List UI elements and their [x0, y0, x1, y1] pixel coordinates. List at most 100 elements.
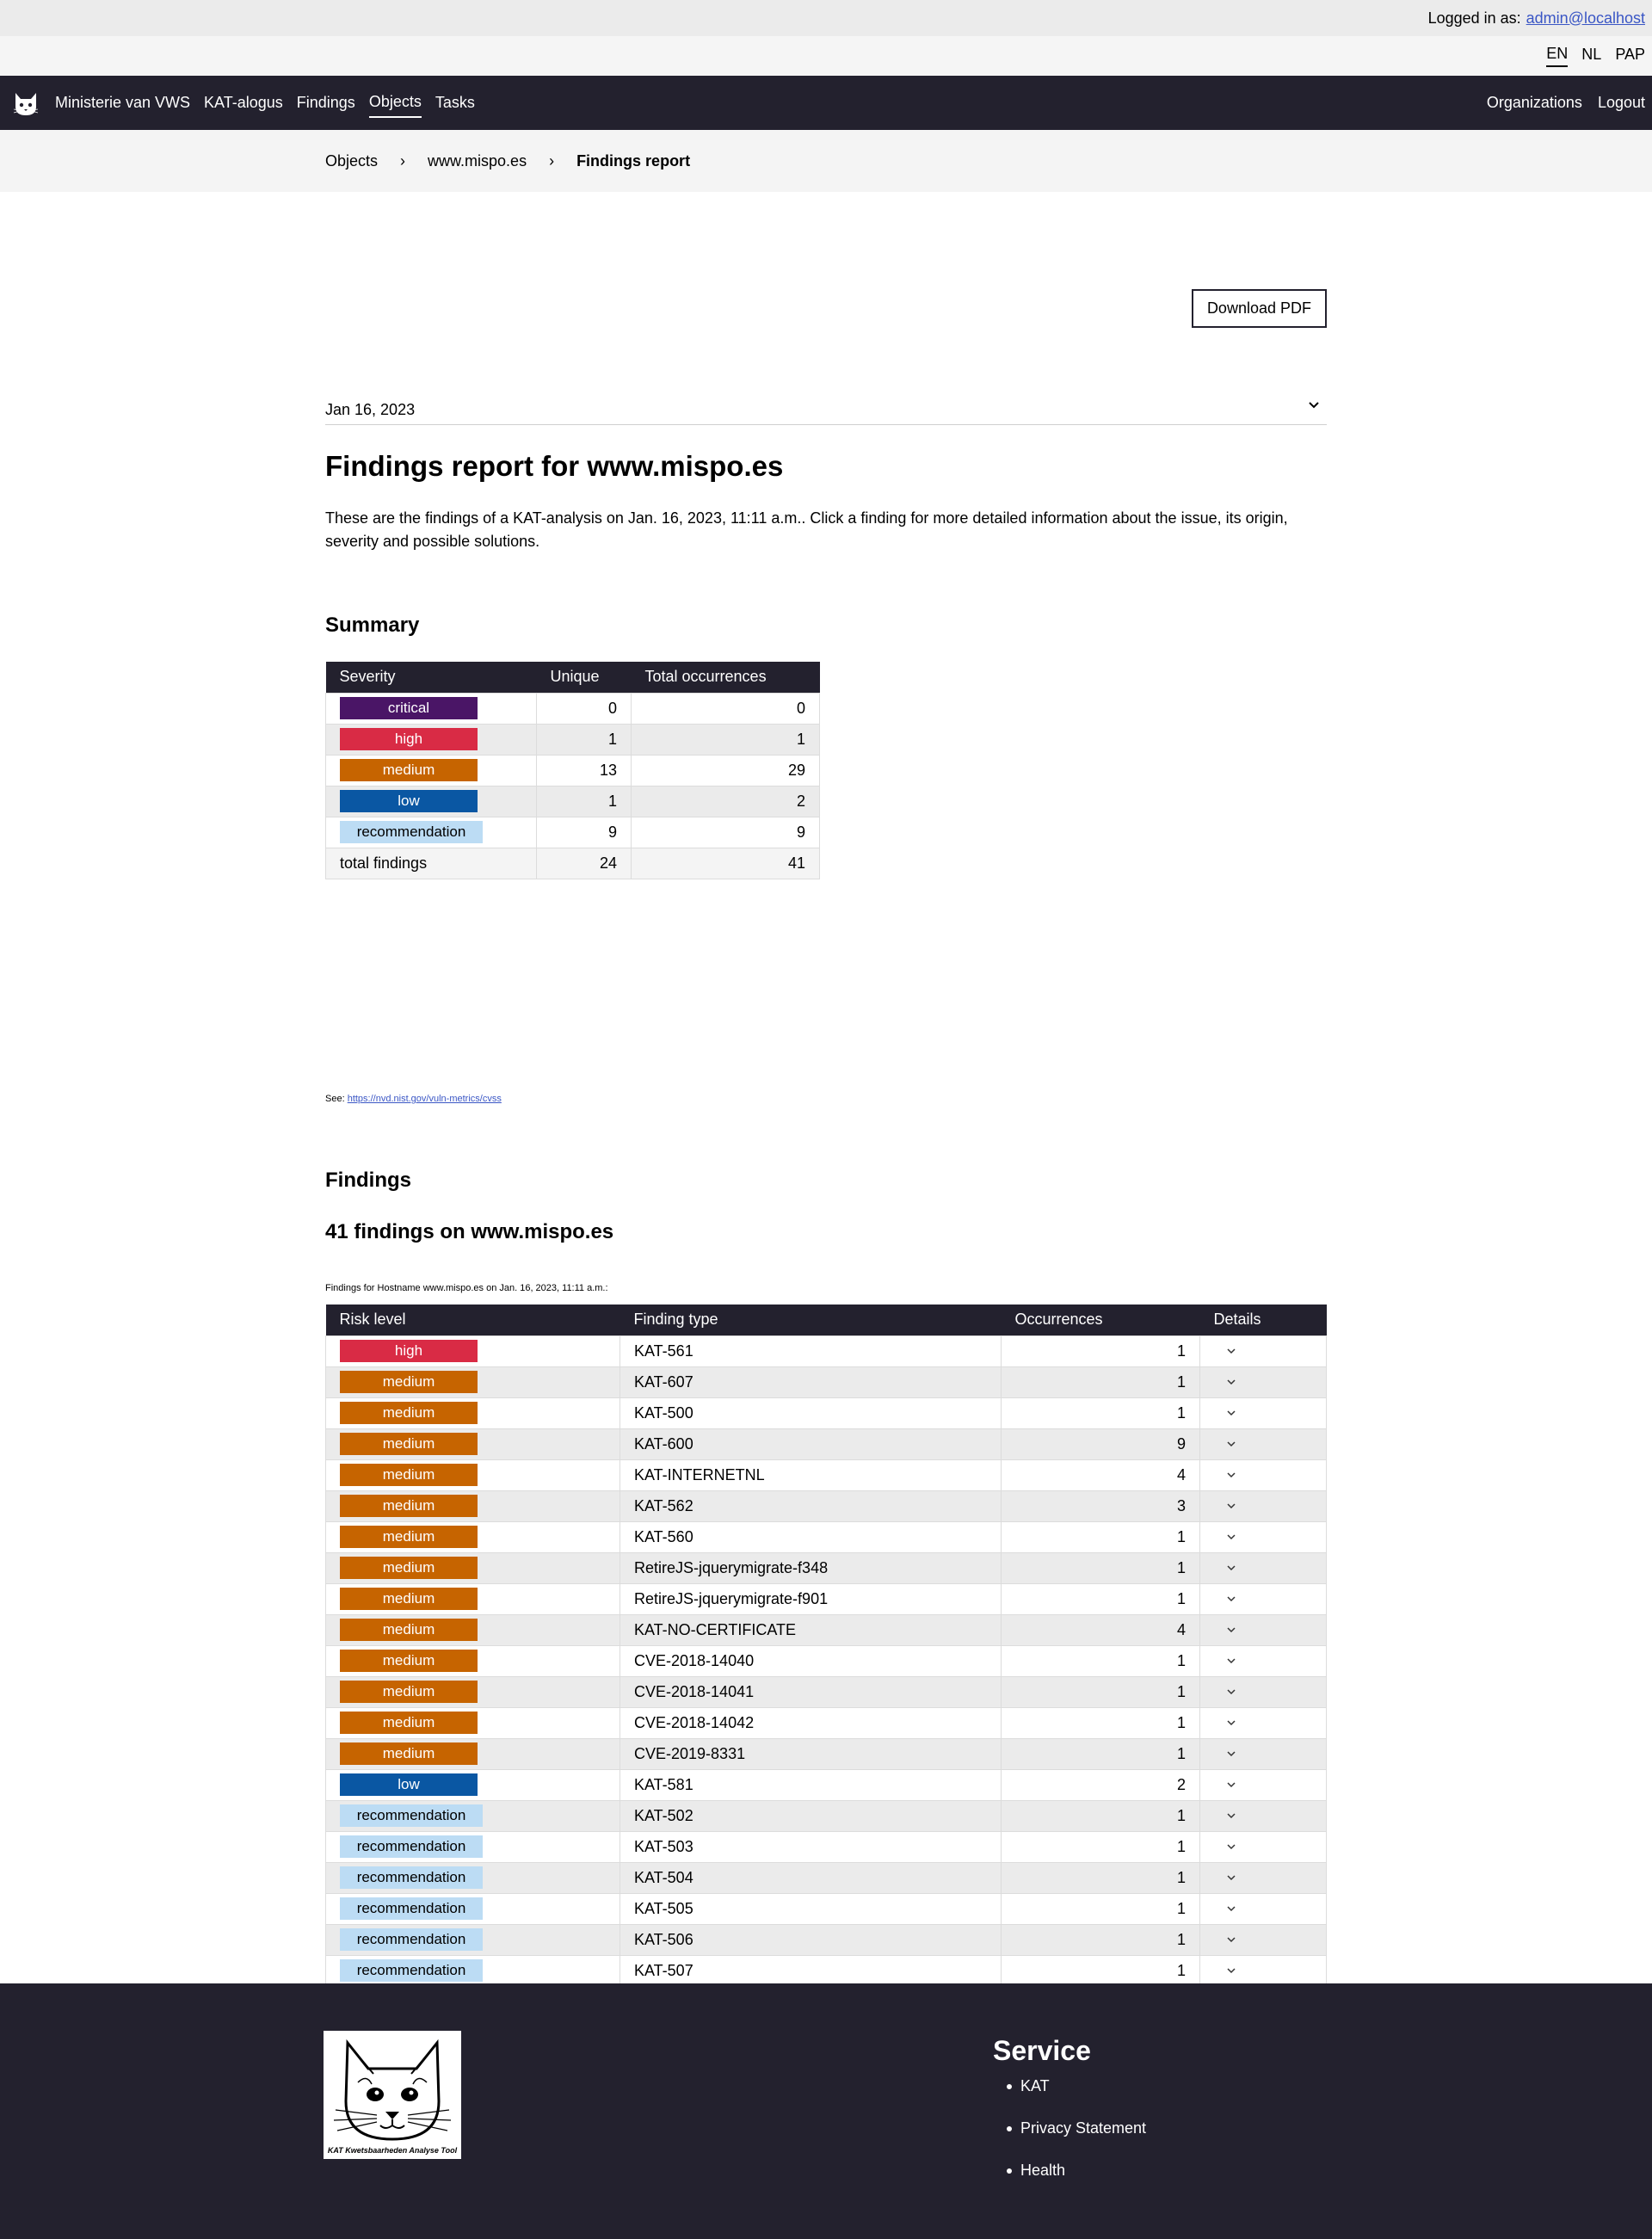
breadcrumb-objects[interactable]: Objects	[325, 152, 378, 170]
details-toggle[interactable]	[1199, 1335, 1327, 1367]
unique-count: 13	[536, 754, 632, 786]
occurrences: 1	[1001, 1335, 1200, 1367]
table-row[interactable]: medium KAT-500 1	[325, 1397, 1327, 1429]
table-row: medium 13 29	[325, 754, 820, 786]
table-row[interactable]: medium KAT-562 3	[325, 1490, 1327, 1522]
chevron-down-icon	[1226, 1559, 1236, 1576]
findings-caption: Findings for Hostname www.mispo.es on Ja…	[325, 1283, 608, 1293]
download-pdf-button[interactable]: Download PDF	[1191, 289, 1327, 328]
severity-badge: low	[340, 790, 478, 812]
table-row[interactable]: medium CVE-2019-8331 1	[325, 1737, 1327, 1770]
summary-col-severity: Severity	[325, 662, 537, 693]
details-toggle[interactable]	[1199, 1459, 1327, 1491]
details-toggle[interactable]	[1199, 1799, 1327, 1832]
breadcrumb-host[interactable]: www.mispo.es	[428, 152, 527, 170]
risk-badge: medium	[340, 1371, 478, 1393]
summary-col-total: Total occurrences	[631, 662, 820, 693]
risk-badge: recommendation	[340, 1835, 483, 1858]
nav-organizations[interactable]: Organizations	[1487, 89, 1582, 117]
finding-type: KAT-502	[620, 1799, 1002, 1832]
details-toggle[interactable]	[1199, 1706, 1327, 1739]
unique-count: 24	[536, 847, 632, 879]
table-row[interactable]: recommendation KAT-507 1	[325, 1954, 1327, 1987]
table-row[interactable]: medium KAT-607 1	[325, 1366, 1327, 1398]
svg-text:KAT Kwetsbaarheden Analyse Too: KAT Kwetsbaarheden Analyse Tool	[328, 2146, 458, 2155]
cvss-link[interactable]: https://nvd.nist.gov/vuln-metrics/cvss	[348, 1094, 502, 1104]
occurrences: 1	[1001, 1644, 1200, 1677]
finding-type: KAT-NO-CERTIFICATE	[620, 1613, 1002, 1646]
table-row[interactable]: medium KAT-INTERNETNL 4	[325, 1459, 1327, 1491]
details-toggle[interactable]	[1199, 1551, 1327, 1584]
footer-link-health[interactable]: Health	[1007, 2162, 1146, 2204]
unique-count: 0	[536, 692, 632, 725]
risk-badge: recommendation	[340, 1804, 483, 1827]
occurrences: 1	[1001, 1397, 1200, 1429]
occurrences: 1	[1001, 1706, 1200, 1739]
service-section: Service KAT Privacy Statement Health	[993, 2035, 1146, 2204]
risk-badge: recommendation	[340, 1959, 483, 1982]
report-date-select[interactable]: Jan 16, 2023	[325, 401, 1327, 425]
lang-nl[interactable]: NL	[1581, 46, 1601, 66]
table-row[interactable]: recommendation KAT-502 1	[325, 1799, 1327, 1832]
occurrences: 1	[1001, 1799, 1200, 1832]
chevron-right-icon: ›	[549, 151, 555, 170]
cat-logo-icon[interactable]	[12, 89, 40, 117]
nav-katalogus[interactable]: KAT-alogus	[204, 89, 283, 117]
table-row[interactable]: medium KAT-NO-CERTIFICATE 4	[325, 1613, 1327, 1646]
table-row[interactable]: medium CVE-2018-14042 1	[325, 1706, 1327, 1739]
risk-badge: medium	[340, 1712, 478, 1734]
details-toggle[interactable]	[1199, 1520, 1327, 1553]
table-row[interactable]: medium CVE-2018-14041 1	[325, 1675, 1327, 1708]
occurrences: 1	[1001, 1861, 1200, 1894]
details-toggle[interactable]	[1199, 1613, 1327, 1646]
details-toggle[interactable]	[1199, 1366, 1327, 1398]
user-link[interactable]: admin@localhost	[1526, 9, 1645, 28]
table-row[interactable]: medium CVE-2018-14040 1	[325, 1644, 1327, 1677]
kat-logo: KAT Kwetsbaarheden Analyse Tool	[324, 2031, 461, 2159]
lang-pap[interactable]: PAP	[1615, 46, 1645, 66]
risk-badge: medium	[340, 1495, 478, 1517]
table-row[interactable]: recommendation KAT-505 1	[325, 1892, 1327, 1925]
risk-badge: medium	[340, 1402, 478, 1424]
details-toggle[interactable]	[1199, 1397, 1327, 1429]
details-toggle[interactable]	[1199, 1954, 1327, 1987]
details-toggle[interactable]	[1199, 1892, 1327, 1925]
nav-findings[interactable]: Findings	[297, 89, 355, 117]
severity-badge: recommendation	[340, 821, 483, 843]
footer-link-kat[interactable]: KAT	[1007, 2077, 1146, 2119]
chevron-down-icon	[1226, 1373, 1236, 1391]
findings-count-heading: 41 findings on www.mispo.es	[325, 1220, 614, 1243]
details-toggle[interactable]	[1199, 1644, 1327, 1677]
service-heading: Service	[993, 2035, 1091, 2066]
details-toggle[interactable]	[1199, 1861, 1327, 1894]
breadcrumb-current: Findings report	[576, 151, 691, 170]
lang-en[interactable]: EN	[1546, 45, 1569, 67]
occurrences: 4	[1001, 1459, 1200, 1491]
details-toggle[interactable]	[1199, 1923, 1327, 1956]
chevron-down-icon	[1226, 1652, 1236, 1669]
details-toggle[interactable]	[1199, 1582, 1327, 1615]
table-row[interactable]: recommendation KAT-506 1	[325, 1923, 1327, 1956]
table-row[interactable]: high KAT-561 1	[325, 1335, 1327, 1367]
table-row[interactable]: low KAT-581 2	[325, 1768, 1327, 1801]
nav-organization[interactable]: Ministerie van VWS	[55, 89, 190, 117]
nav-tasks[interactable]: Tasks	[435, 89, 475, 117]
details-toggle[interactable]	[1199, 1830, 1327, 1863]
details-toggle[interactable]	[1199, 1737, 1327, 1770]
footer-link-privacy[interactable]: Privacy Statement	[1007, 2119, 1146, 2162]
details-toggle[interactable]	[1199, 1768, 1327, 1801]
summary-table: Severity Unique Total occurrences critic…	[325, 662, 820, 879]
logged-in-label: Logged in as:	[1427, 9, 1521, 27]
nav-objects[interactable]: Objects	[368, 88, 422, 118]
table-row[interactable]: recommendation KAT-504 1	[325, 1861, 1327, 1894]
table-row[interactable]: medium KAT-600 9	[325, 1428, 1327, 1460]
table-row[interactable]: medium KAT-560 1	[325, 1520, 1327, 1553]
details-toggle[interactable]	[1199, 1490, 1327, 1522]
table-row[interactable]: medium RetireJS-jquerymigrate-f901 1	[325, 1582, 1327, 1615]
details-toggle[interactable]	[1199, 1675, 1327, 1708]
risk-badge: medium	[340, 1526, 478, 1548]
nav-logout[interactable]: Logout	[1598, 89, 1645, 117]
details-toggle[interactable]	[1199, 1428, 1327, 1460]
table-row[interactable]: recommendation KAT-503 1	[325, 1830, 1327, 1863]
table-row[interactable]: medium RetireJS-jquerymigrate-f348 1	[325, 1551, 1327, 1584]
